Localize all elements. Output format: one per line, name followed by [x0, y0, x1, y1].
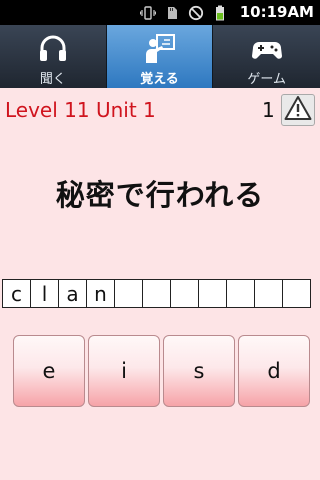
vibrate-icon — [140, 5, 156, 21]
letter-choice-button[interactable]: d — [238, 335, 310, 407]
report-button[interactable] — [281, 94, 315, 126]
answer-slot: a — [58, 279, 87, 308]
answer-slot — [282, 279, 311, 308]
tab-bar: 聞く 覚える ゲーム — [0, 25, 320, 88]
gamepad-icon — [251, 33, 283, 65]
battery-icon — [212, 5, 228, 21]
letter-choice-button[interactable]: s — [163, 335, 235, 407]
answer-slots: c l a n — [2, 279, 311, 308]
tab-game[interactable]: ゲーム — [213, 25, 320, 88]
answer-slot — [226, 279, 255, 308]
answer-slot — [198, 279, 227, 308]
tab-memorize[interactable]: 覚える — [106, 25, 214, 88]
letter-choice-button[interactable]: i — [88, 335, 160, 407]
letter-choices: e i s d — [13, 335, 310, 407]
answer-slot: n — [86, 279, 115, 308]
question-counter: 1 — [262, 98, 275, 122]
teacher-icon — [144, 33, 176, 65]
status-bar: 10:19AM — [0, 0, 320, 25]
level-unit-title: Level 11 Unit 1 — [5, 98, 156, 122]
tab-listen[interactable]: 聞く — [0, 25, 107, 88]
answer-slot — [254, 279, 283, 308]
answer-slot: l — [30, 279, 59, 308]
status-icons — [140, 4, 228, 21]
answer-slot: c — [2, 279, 31, 308]
answer-slot — [114, 279, 143, 308]
answer-slot — [170, 279, 199, 308]
sd-card-icon — [164, 5, 180, 21]
status-time: 10:19AM — [239, 3, 314, 21]
letter-choice-button[interactable]: e — [13, 335, 85, 407]
tab-label: ゲーム — [247, 72, 286, 87]
warning-icon — [284, 95, 312, 125]
headphones-icon — [37, 33, 69, 65]
tab-label: 聞く — [39, 72, 66, 87]
answer-slot — [142, 279, 171, 308]
no-signal-icon — [188, 5, 204, 21]
tab-label: 覚える — [140, 72, 179, 87]
question-word: 秘密で行われる — [55, 178, 265, 212]
